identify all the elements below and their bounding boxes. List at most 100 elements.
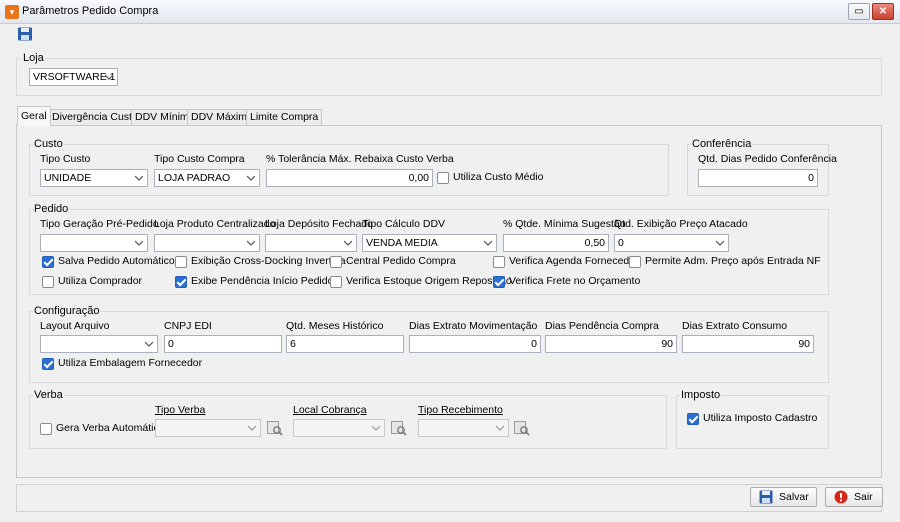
- restore-button[interactable]: ▭: [848, 3, 870, 20]
- checkbox-box: [330, 256, 342, 268]
- loja-group-label: Loja: [22, 52, 45, 64]
- title-bar: ▾ Parâmetros Pedido Compra ▭ ✕: [0, 0, 900, 24]
- tab-geral[interactable]: Geral: [17, 106, 51, 126]
- conferencia-group-label: Conferência: [691, 138, 753, 150]
- checkbox-box: [437, 172, 449, 184]
- chevron-down-icon: [247, 239, 255, 247]
- checkbox-label: Verifica Frete no Orçamento: [509, 275, 641, 287]
- exit-button[interactable]: Sair: [825, 487, 883, 507]
- tipo-custo-compra-value: LOJA PADRAO: [158, 172, 231, 184]
- chevron-down-icon: [247, 174, 255, 182]
- checkbox-label: Verifica Agenda Fornecedor: [509, 255, 639, 267]
- qtd-exibicao-preco-atacado-select[interactable]: 0: [614, 234, 729, 252]
- salva-pedido-automatico-checkbox[interactable]: Salva Pedido Automático: [42, 255, 175, 269]
- tipo-geracao-select[interactable]: [40, 234, 148, 252]
- verba-group-label: Verba: [33, 389, 64, 401]
- dias-pedido-conferencia-input[interactable]: 0: [698, 169, 818, 187]
- chevron-down-icon: [248, 424, 256, 432]
- imposto-group-label: Imposto: [680, 389, 722, 401]
- checkbox-label: Exibição Cross-Docking Invertida: [191, 255, 346, 267]
- verifica-agenda-fornecedor-checkbox[interactable]: Verifica Agenda Fornecedor: [493, 255, 639, 269]
- checkbox-label: Permite Adm. Preço após Entrada NF: [645, 255, 821, 267]
- dias-extrato-consumo-input[interactable]: 90: [682, 335, 814, 353]
- loja-select-value: VRSOFTWARE 1: [33, 71, 116, 83]
- floppy-disk-icon[interactable]: [17, 27, 33, 41]
- pedido-group-label: Pedido: [33, 203, 70, 215]
- tipo-recebimento-label: Tipo Recebimento: [418, 404, 503, 416]
- utiliza-custo-medio-label: Utiliza Custo Médio: [453, 171, 544, 183]
- local-cobranca-label: Local Cobrança: [293, 404, 367, 416]
- close-button[interactable]: ✕: [872, 3, 894, 20]
- chevron-down-icon: [145, 340, 153, 348]
- layout-arquivo-select[interactable]: [40, 335, 158, 353]
- loja-select[interactable]: VRSOFTWARE 1: [29, 68, 118, 86]
- chevron-down-icon: [344, 239, 352, 247]
- tipo-custo-select[interactable]: UNIDADE: [40, 169, 148, 187]
- exibe-pendencia-inicio-pedido-checkbox[interactable]: Exibe Pendência Início Pedido: [175, 275, 333, 289]
- chevron-down-icon: [135, 174, 143, 182]
- tipo-verba-select[interactable]: [155, 419, 261, 437]
- cnpj-edi-input[interactable]: 0: [164, 335, 282, 353]
- checkbox-label: Utiliza Embalagem Fornecedor: [58, 357, 203, 369]
- checkbox-label: Salva Pedido Automático: [58, 255, 175, 267]
- dias-pedido-conferencia-label: Qtd. Dias Pedido Conferência: [698, 153, 837, 165]
- verifica-frete-orcamento-checkbox[interactable]: Verifica Frete no Orçamento: [493, 275, 640, 289]
- utiliza-custo-medio-checkbox[interactable]: Utiliza Custo Médio: [437, 171, 543, 185]
- qtd-meses-historico-input[interactable]: 6: [286, 335, 404, 353]
- dias-pendencia-compra-input[interactable]: 90: [545, 335, 677, 353]
- qtde-minima-sugestao-input[interactable]: 0,50: [503, 234, 609, 252]
- verifica-estoque-origem-checkbox[interactable]: Verifica Estoque Origem Reposição: [330, 275, 512, 289]
- tipo-verba-label: Tipo Verba: [155, 404, 206, 416]
- loja-group: [16, 58, 882, 96]
- checkbox-box: [42, 276, 54, 288]
- central-pedido-compra-checkbox[interactable]: Central Pedido Compra: [330, 255, 456, 269]
- tipo-custo-compra-select[interactable]: LOJA PADRAO: [154, 169, 260, 187]
- checkbox-label: Utiliza Comprador: [58, 275, 143, 287]
- loja-deposito-fechado-select[interactable]: [265, 234, 357, 252]
- checkbox-label: Verifica Estoque Origem Reposição: [346, 275, 512, 287]
- permite-adm-preco-checkbox[interactable]: Permite Adm. Preço após Entrada NF: [629, 255, 821, 269]
- tipo-custo-value: UNIDADE: [44, 172, 92, 184]
- cnpj-edi-label: CNPJ EDI: [164, 320, 212, 332]
- chevron-down-icon: [105, 73, 113, 81]
- layout-arquivo-label: Layout Arquivo: [40, 320, 110, 332]
- checkbox-box: [493, 256, 505, 268]
- search-lookup-icon[interactable]: [514, 420, 530, 436]
- loja-produto-centralizado-select[interactable]: [154, 234, 260, 252]
- local-cobranca-select[interactable]: [293, 419, 385, 437]
- save-button[interactable]: Salvar: [750, 487, 817, 507]
- chevron-down-icon: [716, 239, 724, 247]
- checkbox-box: [175, 256, 187, 268]
- tipo-recebimento-select[interactable]: [418, 419, 509, 437]
- checkbox-label: Central Pedido Compra: [346, 255, 456, 267]
- checkbox-label: Utiliza Imposto Cadastro: [703, 412, 818, 424]
- utiliza-embalagem-fornecedor-checkbox[interactable]: Utiliza Embalagem Fornecedor: [42, 357, 202, 371]
- window: ▾ Parâmetros Pedido Compra ▭ ✕ Loja VRSO…: [0, 0, 900, 522]
- chevron-down-icon: [135, 239, 143, 247]
- app-icon[interactable]: ▾: [5, 5, 19, 19]
- dias-extrato-movimentacao-label: Dias Extrato Movimentação: [409, 320, 538, 332]
- checkbox-box: [493, 276, 505, 288]
- qtde-minima-sugestao-label: % Qtde. Mínima Sugestão: [503, 218, 626, 230]
- tolerancia-input[interactable]: 0,00: [266, 169, 433, 187]
- tipo-custo-compra-label: Tipo Custo Compra: [154, 153, 245, 165]
- checkbox-label: Exibe Pendência Início Pedido: [191, 275, 334, 287]
- checkbox-box: [40, 423, 52, 435]
- floppy-disk-icon: [759, 490, 773, 504]
- gera-verba-automatica-checkbox[interactable]: Gera Verba Automática: [40, 422, 165, 436]
- configuracao-group-label: Configuração: [33, 305, 101, 317]
- tipo-calculo-ddv-select[interactable]: VENDA MEDIA: [362, 234, 497, 252]
- search-lookup-icon[interactable]: [267, 420, 283, 436]
- utiliza-imposto-cadastro-checkbox[interactable]: Utiliza Imposto Cadastro: [687, 412, 817, 426]
- tab-divergencia-custo[interactable]: Divergência Custo: [48, 109, 142, 126]
- qtd-exibicao-preco-atacado-value: 0: [618, 237, 624, 249]
- custo-group-label: Custo: [33, 138, 64, 150]
- loja-produto-centralizado-label: Loja Produto Centralizado: [154, 218, 276, 230]
- checkbox-box: [42, 256, 54, 268]
- search-lookup-icon[interactable]: [391, 420, 407, 436]
- exibicao-cross-docking-checkbox[interactable]: Exibição Cross-Docking Invertida: [175, 255, 346, 269]
- utiliza-comprador-checkbox[interactable]: Utiliza Comprador: [42, 275, 142, 289]
- tab-limite-compra[interactable]: Limite Compra: [246, 109, 323, 126]
- dias-extrato-movimentacao-input[interactable]: 0: [409, 335, 541, 353]
- tipo-geracao-label: Tipo Geração Pré-Pedido: [40, 218, 159, 230]
